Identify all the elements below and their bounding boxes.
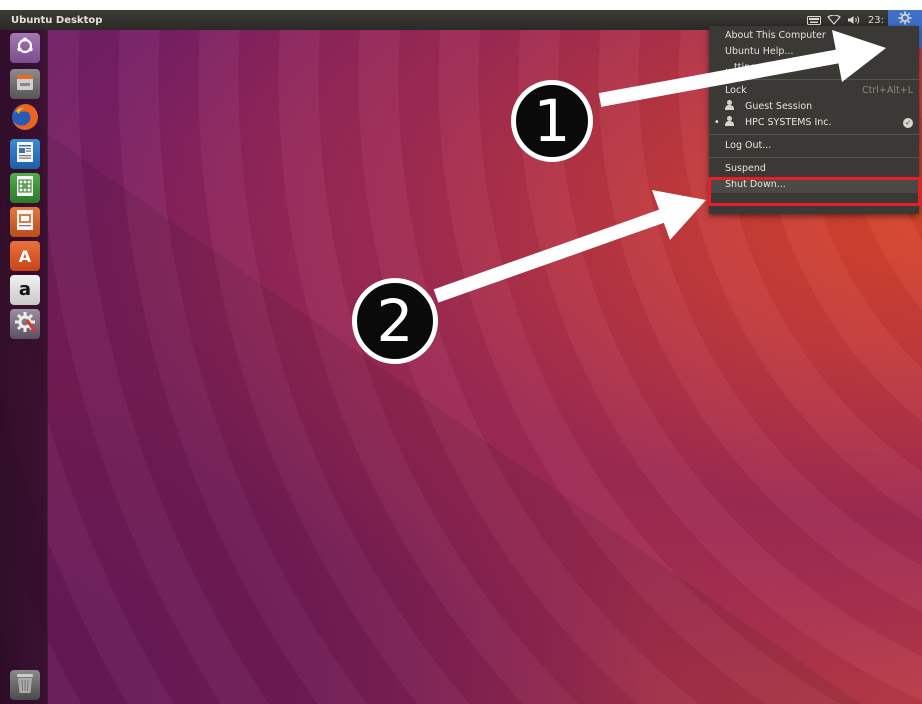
arrow-1 xyxy=(598,30,886,107)
arrow-2 xyxy=(433,190,706,303)
annotation-arrows xyxy=(433,30,886,303)
step-1-badge: 1 xyxy=(511,80,593,162)
step-2-badge: 2 xyxy=(352,278,438,364)
